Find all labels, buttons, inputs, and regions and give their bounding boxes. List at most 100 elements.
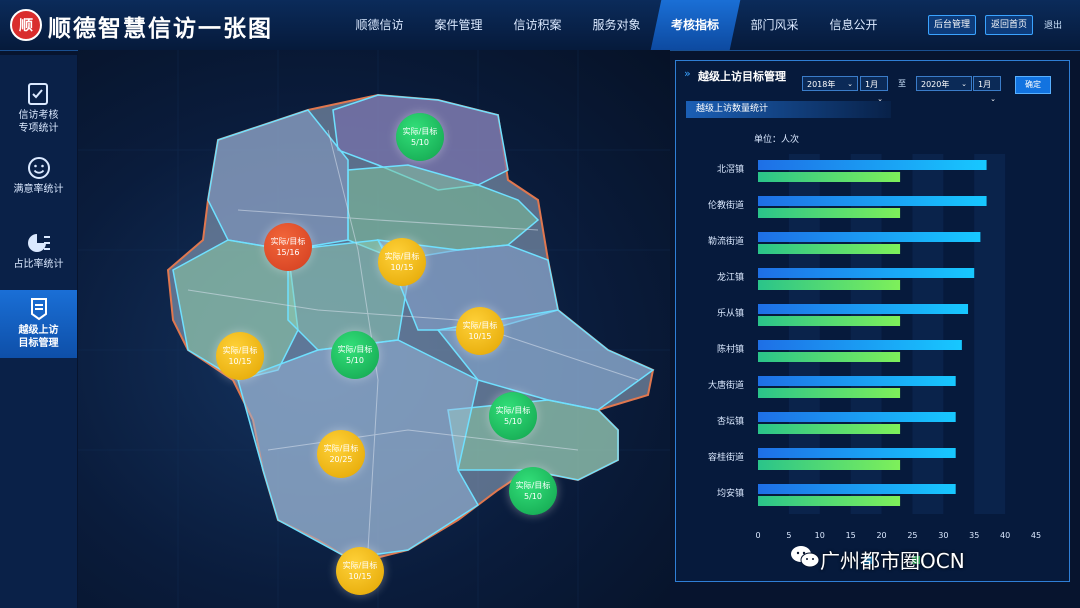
- map-pin-south[interactable]: 实际/目标 10/15: [336, 547, 384, 595]
- unit-label: 单位：人次: [754, 135, 800, 145]
- map-pin-center[interactable]: 实际/目标 5/10: [331, 331, 379, 379]
- x-tick-label: 5: [786, 531, 791, 540]
- pin-label: 实际/目标: [337, 345, 373, 354]
- category-label: 伦教街道: [708, 199, 744, 211]
- category-label: 大唐街道: [708, 379, 744, 391]
- sidebar-item-label: 满意率统计: [13, 184, 64, 195]
- sidebar-item-label: 信访考核 专项统计: [18, 110, 59, 134]
- bar: [758, 388, 901, 398]
- pin-value: 5/10: [524, 492, 542, 501]
- map-pin-southeast[interactable]: 实际/目标 5/10: [509, 467, 557, 515]
- bar: [758, 412, 956, 422]
- logout-link[interactable]: 退出: [1044, 18, 1062, 31]
- pin-label: 实际/目标: [323, 444, 359, 453]
- category-label: 乐从镇: [717, 307, 744, 319]
- smile-icon: [27, 157, 50, 179]
- x-tick-label: 45: [1031, 531, 1041, 540]
- grid-band: [974, 154, 1006, 514]
- main-nav: 顺德信访 案件管理 信访积案 服务对象 考核指标 部门风采 信息公开: [340, 0, 893, 50]
- nav-item-6[interactable]: 部门风采: [735, 0, 814, 50]
- map-regions: [78, 50, 670, 608]
- bar: [758, 376, 956, 386]
- nav-item-5-active[interactable]: 考核指标: [650, 0, 741, 50]
- x-tick-label: 10: [815, 531, 825, 540]
- nav-item-3[interactable]: 信访积案: [498, 0, 577, 50]
- district-map[interactable]: 实际/目标 5/10 实际/目标 15/16 实际/目标 10/15 实际/目标…: [78, 50, 670, 608]
- pin-value: 10/15: [228, 357, 252, 366]
- pin-value: 15/16: [276, 248, 300, 257]
- bar: [758, 340, 962, 350]
- map-pin-east-south[interactable]: 实际/目标 5/10: [489, 392, 537, 440]
- map-pin-north[interactable]: 实际/目标 5/10: [396, 113, 444, 161]
- map-pin-east[interactable]: 实际/目标 10/15: [456, 307, 504, 355]
- pin-label: 实际/目标: [270, 237, 306, 246]
- pin-label: 实际/目标: [342, 561, 378, 570]
- from-year-value: 2018年: [807, 80, 836, 89]
- sidebar-item-appeal-stats[interactable]: 信访考核 专项统计: [0, 81, 77, 141]
- bar: [758, 460, 901, 470]
- sidebar-item-target-management[interactable]: 越级上访 目标管理: [0, 290, 77, 358]
- to-year-select[interactable]: 2020年 ⌄: [916, 76, 972, 91]
- pin-value: 5/10: [504, 417, 522, 426]
- app-title: 顺德智慧信访一张图: [48, 16, 273, 42]
- category-label: 龙江镇: [717, 271, 744, 283]
- pin-value: 5/10: [346, 356, 364, 365]
- sidebar-item-label: 占比率统计: [13, 259, 64, 270]
- sidebar-item-ratio[interactable]: 占比率统计: [0, 230, 77, 275]
- bar: [758, 484, 956, 494]
- bar-chart: 北滘镇伦教街道勒流街道龙江镇乐从镇陈村镇大唐街道杏坛镇容桂街道均安镇 0 5 10 15…: [708, 154, 1041, 564]
- home-button[interactable]: 返回首页: [985, 15, 1034, 35]
- pin-label: 实际/目标: [402, 127, 438, 136]
- from-month-select[interactable]: 1月 ⌄: [860, 76, 888, 103]
- category-label: 勒流街道: [708, 235, 744, 247]
- tab-appeal-count[interactable]: 越级上访数量统计: [686, 101, 891, 118]
- pin-label: 实际/目标: [222, 346, 258, 355]
- category-label: 均安镇: [717, 487, 744, 499]
- category-label: 陈村镇: [717, 343, 744, 355]
- bar: [758, 352, 901, 362]
- pin-label: 实际/目标: [462, 321, 498, 330]
- map-pin-northwest[interactable]: 实际/目标 15/16: [264, 223, 312, 271]
- category-label: 北滘镇: [717, 163, 744, 175]
- bar: [758, 304, 969, 314]
- pin-label: 实际/目标: [384, 252, 420, 261]
- x-tick-label: 35: [969, 531, 979, 540]
- nav-item-2[interactable]: 案件管理: [419, 0, 498, 50]
- x-tick-label: 40: [1000, 531, 1010, 540]
- sidebar: 信访考核 专项统计 满意率统计 占比率统计 越级上访 目标管理: [0, 55, 77, 608]
- checklist-icon: [27, 83, 48, 105]
- bar: [758, 448, 956, 458]
- admin-button[interactable]: 后台管理: [928, 15, 977, 35]
- map-pin-north-center[interactable]: 实际/目标 10/15: [378, 238, 426, 286]
- logo: 顺: [10, 9, 42, 41]
- bar: [758, 424, 901, 434]
- bar: [758, 208, 901, 218]
- pin-value: 10/15: [390, 263, 414, 272]
- pin-label: 实际/目标: [515, 481, 551, 490]
- map-pin-west[interactable]: 实际/目标 10/15: [216, 332, 264, 380]
- bar: [758, 496, 901, 506]
- to-month-value: 1月: [978, 80, 992, 89]
- pin-value: 5/10: [411, 138, 429, 147]
- panel-title: 越级上访目标管理: [698, 70, 786, 83]
- chevron-down-icon: ⌄: [847, 80, 853, 88]
- bar: [758, 244, 901, 254]
- range-separator: 至: [898, 79, 906, 88]
- pin-value: 10/15: [348, 572, 372, 581]
- map-pin-south-center[interactable]: 实际/目标 20/25: [317, 430, 365, 478]
- from-year-select[interactable]: 2018年 ⌄: [802, 76, 858, 91]
- to-year-value: 2020年: [921, 80, 950, 89]
- sidebar-item-satisfaction[interactable]: 满意率统计: [0, 155, 77, 200]
- nav-item-7[interactable]: 信息公开: [814, 0, 893, 50]
- nav-item-1[interactable]: 顺德信访: [340, 0, 419, 50]
- nav-item-4[interactable]: 服务对象: [577, 0, 656, 50]
- document-icon: [30, 298, 47, 321]
- grid-band: [912, 154, 944, 514]
- bar: [758, 268, 975, 278]
- bar: [758, 316, 901, 326]
- to-month-select[interactable]: 1月 ⌄: [973, 76, 1001, 103]
- sidebar-item-label: 越级上访 目标管理: [18, 325, 59, 349]
- x-tick-label: 25: [907, 531, 917, 540]
- x-tick-label: 0: [755, 531, 760, 540]
- confirm-button[interactable]: 确定: [1015, 76, 1051, 94]
